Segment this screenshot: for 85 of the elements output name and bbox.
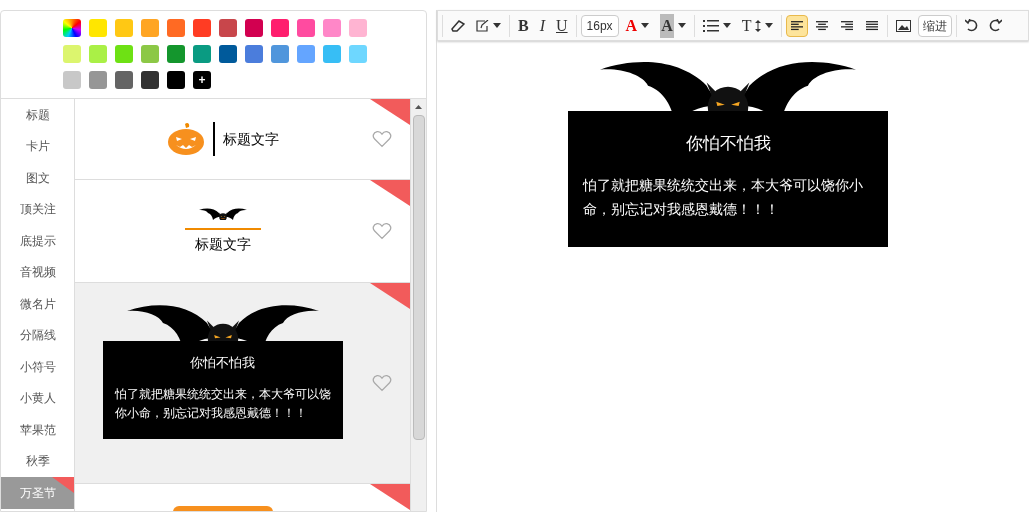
align-left-icon	[791, 19, 804, 32]
category-tab[interactable]: 分隔线	[1, 319, 74, 351]
caret-icon	[641, 23, 650, 28]
heart-icon[interactable]	[372, 222, 392, 240]
heart-icon[interactable]	[372, 374, 392, 392]
color-swatch[interactable]	[167, 45, 185, 63]
caret-icon	[493, 23, 501, 28]
undo-icon	[965, 19, 979, 32]
category-tab[interactable]: 底提示	[1, 225, 74, 257]
color-swatch[interactable]	[115, 71, 133, 89]
color-swatch[interactable]	[141, 45, 159, 63]
color-swatch[interactable]	[219, 45, 237, 63]
category-tab[interactable]: 顶关注	[1, 193, 74, 225]
color-swatch[interactable]	[63, 45, 81, 63]
color-swatch[interactable]	[115, 45, 133, 63]
color-swatch[interactable]	[297, 19, 315, 37]
caret-icon	[677, 23, 686, 28]
card-text: 怕了就把糖果统统交出来，本大爷可以饶你小命，别忘记对我感恩戴德！！！	[114, 385, 331, 422]
category-tab[interactable]: 小符号	[1, 351, 74, 383]
align-left-button[interactable]	[786, 14, 809, 37]
scroll-thumb[interactable]	[412, 115, 425, 440]
color-swatch[interactable]	[141, 71, 159, 89]
color-swatch[interactable]	[323, 19, 341, 37]
category-tab[interactable]: 图文	[1, 162, 74, 194]
category-tab[interactable]: 音视频	[1, 256, 74, 288]
color-swatch[interactable]	[193, 19, 211, 37]
template-card[interactable]: 你怕不怕我 怕了就把糖果统统交出来，本大爷可以饶你小命，别忘记对我感恩戴德！！！	[75, 283, 410, 484]
font-size-field[interactable]: 16px	[580, 14, 619, 37]
scroll-up-icon[interactable]	[415, 105, 422, 109]
color-swatch[interactable]	[89, 45, 107, 63]
updown-arrow-icon	[755, 19, 762, 32]
card-text: 怕了就把糖果统统交出来，本大爷可以饶你小命，别忘记对我感恩戴德！！！	[583, 175, 864, 219]
color-swatch[interactable]	[167, 19, 185, 37]
pumpkin-icon	[166, 122, 205, 156]
category-tab[interactable]: 标题	[1, 99, 74, 131]
color-swatch[interactable]	[271, 19, 289, 37]
caret-icon	[765, 23, 774, 28]
line-height-button[interactable]: T	[737, 14, 778, 37]
bold-button[interactable]: B	[514, 14, 533, 37]
category-tab[interactable]: 微名片	[1, 288, 74, 320]
template-title: 标题文字	[194, 234, 251, 254]
list-icon	[702, 19, 719, 32]
color-swatch[interactable]	[245, 45, 263, 63]
bat-icon	[198, 207, 247, 220]
justify-icon	[866, 19, 879, 32]
color-swatch[interactable]	[141, 19, 159, 37]
align-right-icon	[841, 19, 854, 32]
category-tab[interactable]: 卡片	[1, 130, 74, 162]
color-swatch[interactable]	[271, 45, 289, 63]
image-icon	[896, 19, 912, 32]
color-swatch[interactable]	[89, 71, 107, 89]
align-center-icon	[816, 19, 829, 32]
color-swatch[interactable]	[89, 19, 107, 37]
color-swatch[interactable]	[115, 19, 133, 37]
template-card[interactable]: 标题文字	[75, 99, 410, 180]
add-color-button[interactable]: +	[193, 71, 211, 89]
color-swatch[interactable]	[167, 71, 185, 89]
color-swatch[interactable]	[349, 45, 367, 63]
eraser-icon	[451, 19, 465, 32]
color-swatch[interactable]	[193, 45, 211, 63]
highlight-button[interactable]: A	[656, 14, 690, 37]
caret-icon	[722, 23, 731, 28]
color-swatch[interactable]	[349, 19, 367, 37]
scrollbar[interactable]	[410, 99, 426, 511]
color-swatch[interactable]	[219, 19, 237, 37]
template-card[interactable]: 标题文字	[75, 180, 410, 283]
category-tab[interactable]: 秋季	[1, 445, 74, 477]
template-title: 标题文字	[222, 129, 279, 149]
italic-button[interactable]: I	[535, 14, 549, 37]
highlight-letter: A	[660, 13, 674, 38]
indent-button[interactable]: 缩进	[918, 14, 953, 37]
edit-icon	[476, 19, 489, 32]
color-swatch[interactable]	[323, 45, 341, 63]
redo-icon	[989, 19, 1003, 32]
color-swatch[interactable]	[245, 19, 263, 37]
heart-icon[interactable]	[372, 130, 392, 148]
underline-button[interactable]: U	[552, 14, 572, 37]
card-title: 你怕不怕我	[190, 354, 255, 372]
category-tab[interactable]: 苹果范	[1, 414, 74, 446]
card-title: 你怕不怕我	[685, 133, 771, 155]
font-color-button[interactable]: A	[621, 14, 654, 37]
category-tab[interactable]: 小黄人	[1, 382, 74, 414]
color-swatch[interactable]	[63, 71, 81, 89]
color-wheel-swatch[interactable]	[63, 19, 81, 37]
color-swatch[interactable]	[297, 45, 315, 63]
